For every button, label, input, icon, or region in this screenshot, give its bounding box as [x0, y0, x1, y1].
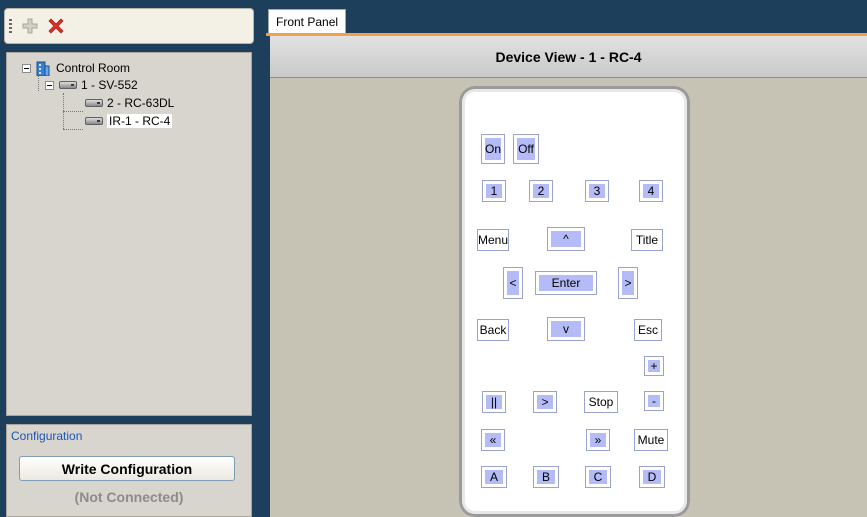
right-arrow-button[interactable]: >	[618, 267, 638, 299]
tree-item-rc63dl[interactable]: 2 - RC-63DL	[85, 94, 174, 112]
write-configuration-button[interactable]: Write Configuration	[19, 456, 235, 481]
enter-button[interactable]: Enter	[535, 271, 597, 295]
tree-toolbar	[4, 8, 254, 44]
menu-button[interactable]: Menu	[477, 229, 509, 251]
left-arrow-button[interactable]: <	[503, 267, 523, 299]
toolbar-grip[interactable]	[9, 19, 12, 35]
volume-down-button[interactable]: -	[644, 391, 664, 411]
tree-item-control-room[interactable]: Control Room	[22, 59, 130, 77]
left-pane: Control Room 1 - SV-552 2 - RC-63DL IR-1…	[0, 0, 258, 517]
plus-icon[interactable]	[19, 15, 41, 37]
collapse-icon[interactable]	[22, 63, 31, 73]
number-4-button[interactable]: 4	[639, 180, 663, 202]
building-icon	[36, 60, 50, 77]
tree-item-label: 2 - RC-63DL	[107, 96, 175, 110]
fast-forward-button[interactable]: »	[586, 429, 610, 451]
device-tree: Control Room 1 - SV-552 2 - RC-63DL IR-1…	[6, 52, 252, 416]
on-button[interactable]: On	[481, 134, 505, 164]
off-button[interactable]: Off	[513, 134, 539, 164]
number-1-button[interactable]: 1	[482, 180, 506, 202]
remote-control: On Off 1 2 3 4 Menu ^ Title < Enter > Ba…	[459, 86, 690, 517]
number-3-button[interactable]: 3	[585, 180, 609, 202]
volume-up-button[interactable]: +	[644, 356, 664, 376]
configuration-panel: Configuration Write Configuration (Not C…	[6, 424, 252, 517]
tree-item-label: 1 - SV-552	[81, 78, 138, 92]
d-button[interactable]: D	[639, 466, 665, 488]
device-icon	[85, 99, 103, 107]
collapse-icon[interactable]	[45, 80, 54, 90]
configuration-title: Configuration	[11, 429, 83, 443]
device-view-header: Device View - 1 - RC-4	[270, 36, 867, 78]
device-icon	[59, 81, 77, 89]
mute-button[interactable]: Mute	[634, 429, 668, 451]
rewind-button[interactable]: «	[481, 429, 505, 451]
title-button[interactable]: Title	[631, 229, 663, 251]
stop-button[interactable]: Stop	[584, 391, 618, 413]
up-button[interactable]: ^	[547, 227, 585, 251]
connection-status: (Not Connected)	[74, 489, 184, 505]
a-button[interactable]: A	[481, 466, 507, 488]
tab-front-panel[interactable]: Front Panel	[268, 9, 347, 33]
esc-button[interactable]: Esc	[634, 319, 662, 341]
b-button[interactable]: B	[533, 466, 559, 488]
tree-item-server[interactable]: 1 - SV-552	[45, 76, 138, 94]
c-button[interactable]: C	[585, 466, 611, 488]
number-2-button[interactable]: 2	[529, 180, 553, 202]
pause-button[interactable]: ||	[482, 391, 506, 413]
red-x-icon[interactable]	[45, 15, 67, 37]
tree-item-label: Control Room	[56, 61, 131, 75]
tree-item-rc4[interactable]: IR-1 - RC-4	[85, 112, 173, 130]
back-button[interactable]: Back	[477, 319, 509, 341]
tree-item-label: IR-1 - RC-4	[107, 114, 173, 128]
device-canvas: On Off 1 2 3 4 Menu ^ Title < Enter > Ba…	[270, 78, 867, 517]
device-icon	[85, 117, 103, 125]
play-button[interactable]: >	[533, 391, 557, 413]
down-button[interactable]: v	[547, 317, 585, 341]
